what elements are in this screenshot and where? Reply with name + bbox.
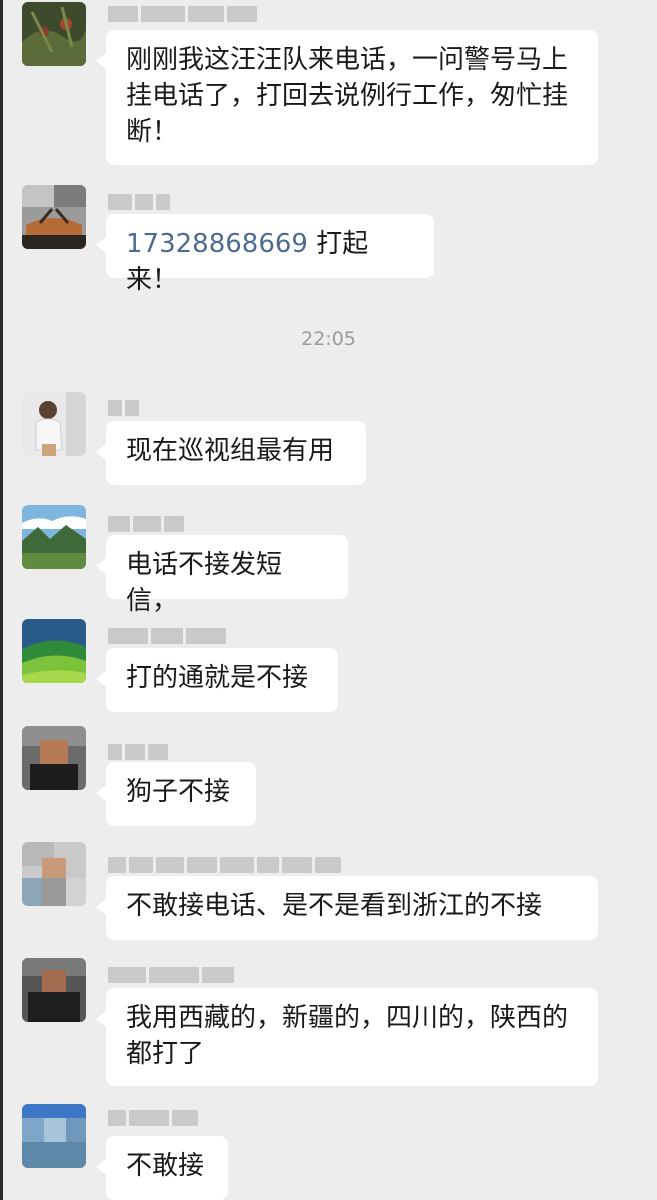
message-text: 不敢接电话、是不是看到浙江的不接 xyxy=(126,891,543,921)
avatar[interactable] xyxy=(22,842,86,906)
avatar[interactable] xyxy=(22,392,86,456)
sender-name-blurred xyxy=(108,1110,198,1128)
message-text: 现在巡视组最有用 xyxy=(126,436,335,466)
message-text: 狗子不接 xyxy=(126,777,231,807)
avatar[interactable] xyxy=(22,185,86,249)
message-text: 电话不接发短信， xyxy=(126,550,283,616)
phone-number-link[interactable]: 17328868669 xyxy=(126,229,308,259)
message-bubble[interactable]: 不敢接电话、是不是看到浙江的不接 xyxy=(96,876,598,940)
message-bubble[interactable]: 电话不接发短信， xyxy=(96,535,348,616)
window-edge xyxy=(0,0,3,1200)
avatar[interactable] xyxy=(22,726,86,790)
message-bubble[interactable]: 17328868669 打起来！ xyxy=(96,214,434,295)
message-text: 我用西藏的，新疆的，四川的，陕西的都打了 xyxy=(126,1003,569,1069)
avatar[interactable] xyxy=(22,1104,86,1168)
sender-name-blurred xyxy=(108,628,226,646)
avatar[interactable] xyxy=(22,619,86,683)
message-bubble[interactable]: 现在巡视组最有用 xyxy=(96,421,366,485)
avatar[interactable] xyxy=(22,2,86,66)
message-text: 打的通就是不接 xyxy=(126,663,309,693)
sender-name-blurred xyxy=(108,744,168,762)
message-text: 不敢接 xyxy=(126,1151,205,1181)
sender-name-blurred xyxy=(108,194,170,212)
message-bubble[interactable]: 不敢接 xyxy=(96,1136,228,1200)
chat-timestamp: 22:05 xyxy=(301,328,356,350)
message-bubble[interactable]: 我用西藏的，新疆的，四川的，陕西的都打了 xyxy=(96,988,598,1086)
avatar[interactable] xyxy=(22,505,86,569)
sender-name-blurred xyxy=(108,6,257,24)
message-bubble[interactable]: 打的通就是不接 xyxy=(96,648,338,712)
message-bubble[interactable]: 刚刚我这汪汪队来电话，一问警号马上挂电话了，打回去说例行工作，匆忙挂断！ xyxy=(96,30,598,165)
message-text: 刚刚我这汪汪队来电话，一问警号马上挂电话了，打回去说例行工作，匆忙挂断！ xyxy=(126,45,569,147)
sender-name-blurred xyxy=(108,967,234,985)
sender-name-blurred xyxy=(108,857,341,875)
sender-name-blurred xyxy=(108,400,139,418)
message-bubble[interactable]: 狗子不接 xyxy=(96,762,256,826)
avatar[interactable] xyxy=(22,958,86,1022)
sender-name-blurred xyxy=(108,516,184,534)
